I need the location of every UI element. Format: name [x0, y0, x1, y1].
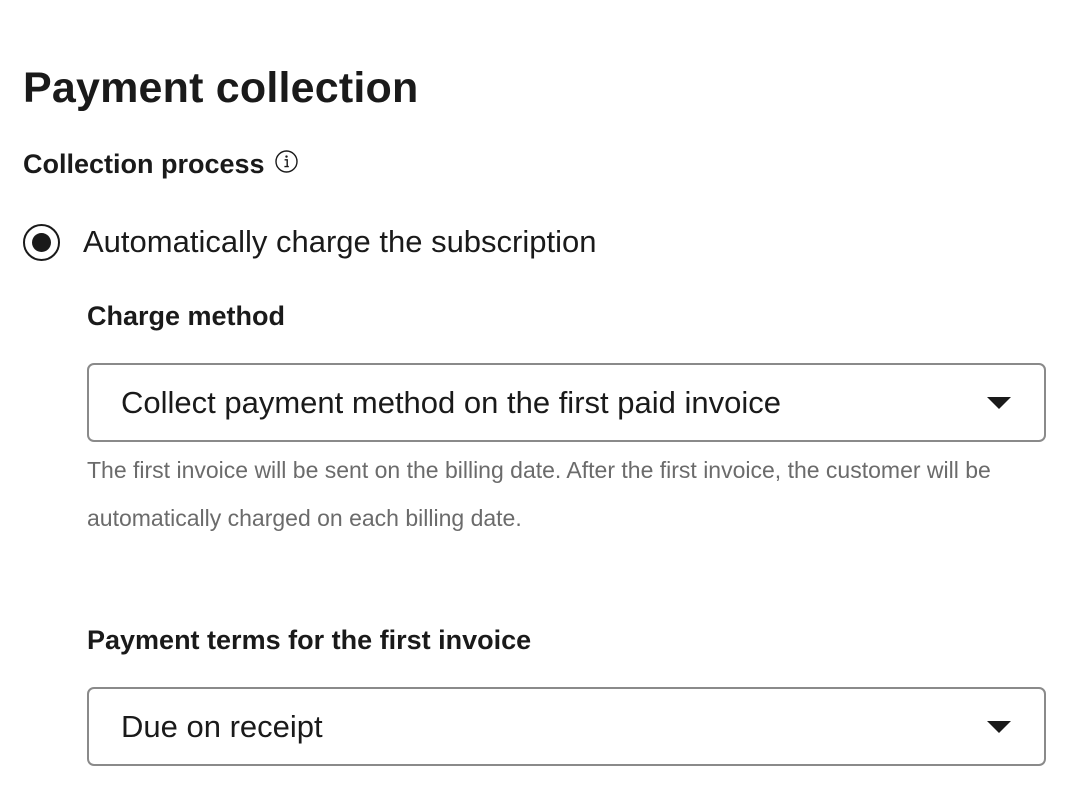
- auto-charge-radio-option[interactable]: Automatically charge the subscription: [23, 222, 596, 262]
- charge-method-select[interactable]: Collect payment method on the first paid…: [87, 363, 1046, 442]
- auto-charge-radio-label[interactable]: Automatically charge the subscription: [83, 222, 596, 262]
- charge-method-selected-value: Collect payment method on the first paid…: [121, 384, 781, 420]
- payment-terms-select[interactable]: Due on receipt: [87, 687, 1046, 766]
- page-title: Payment collection: [23, 64, 419, 112]
- collection-process-heading: Collection process: [23, 147, 299, 181]
- chevron-down-icon: [986, 720, 1012, 734]
- radio-checked-indicator: [32, 232, 51, 252]
- info-icon[interactable]: [274, 149, 299, 174]
- payment-terms-selected-value: Due on receipt: [121, 708, 323, 744]
- chevron-down-icon: [986, 396, 1012, 410]
- charge-method-help-text: The first invoice will be sent on the bi…: [87, 457, 991, 531]
- charge-method-label: Charge method: [87, 301, 286, 331]
- collection-process-label: Collection process: [23, 149, 265, 179]
- payment-terms-label: Payment terms for the first invoice: [87, 625, 532, 655]
- auto-charge-radio-button[interactable]: [23, 223, 60, 261]
